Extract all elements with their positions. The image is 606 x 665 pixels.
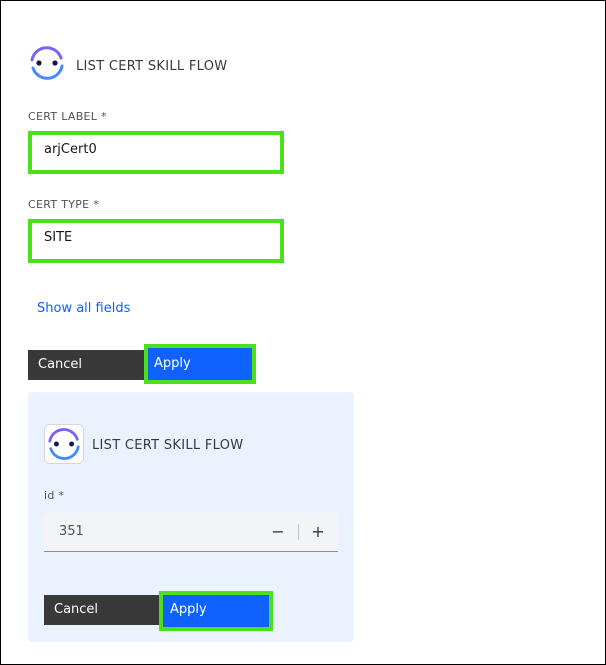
id-field-label: id * bbox=[44, 489, 65, 502]
cert-label-label: CERT LABEL * bbox=[28, 110, 107, 123]
cancel-button[interactable]: Cancel bbox=[28, 350, 146, 380]
card-skill-title: LIST CERT SKILL FLOW bbox=[92, 438, 244, 453]
skill-flow-logo-icon bbox=[28, 44, 66, 82]
apply-button[interactable]: Apply bbox=[144, 344, 256, 384]
show-all-fields-link[interactable]: Show all fields bbox=[37, 301, 130, 316]
skill-title: LIST CERT SKILL FLOW bbox=[76, 59, 228, 74]
decrement-button[interactable]: − bbox=[264, 520, 292, 544]
id-value[interactable]: 351 bbox=[59, 524, 84, 539]
increment-button[interactable]: + bbox=[304, 520, 332, 544]
card-cancel-button[interactable]: Cancel bbox=[44, 595, 162, 625]
stepper-divider bbox=[298, 524, 299, 540]
cert-label-input[interactable]: arjCert0 bbox=[28, 131, 284, 174]
card-logo-container bbox=[44, 424, 84, 464]
id-number-input[interactable]: 351 − + bbox=[44, 514, 338, 552]
skill-flow-logo-icon bbox=[48, 428, 80, 460]
cert-type-label: CERT TYPE * bbox=[28, 198, 100, 211]
cert-type-input[interactable]: SITE bbox=[28, 219, 284, 263]
card-apply-button[interactable]: Apply bbox=[159, 591, 273, 631]
